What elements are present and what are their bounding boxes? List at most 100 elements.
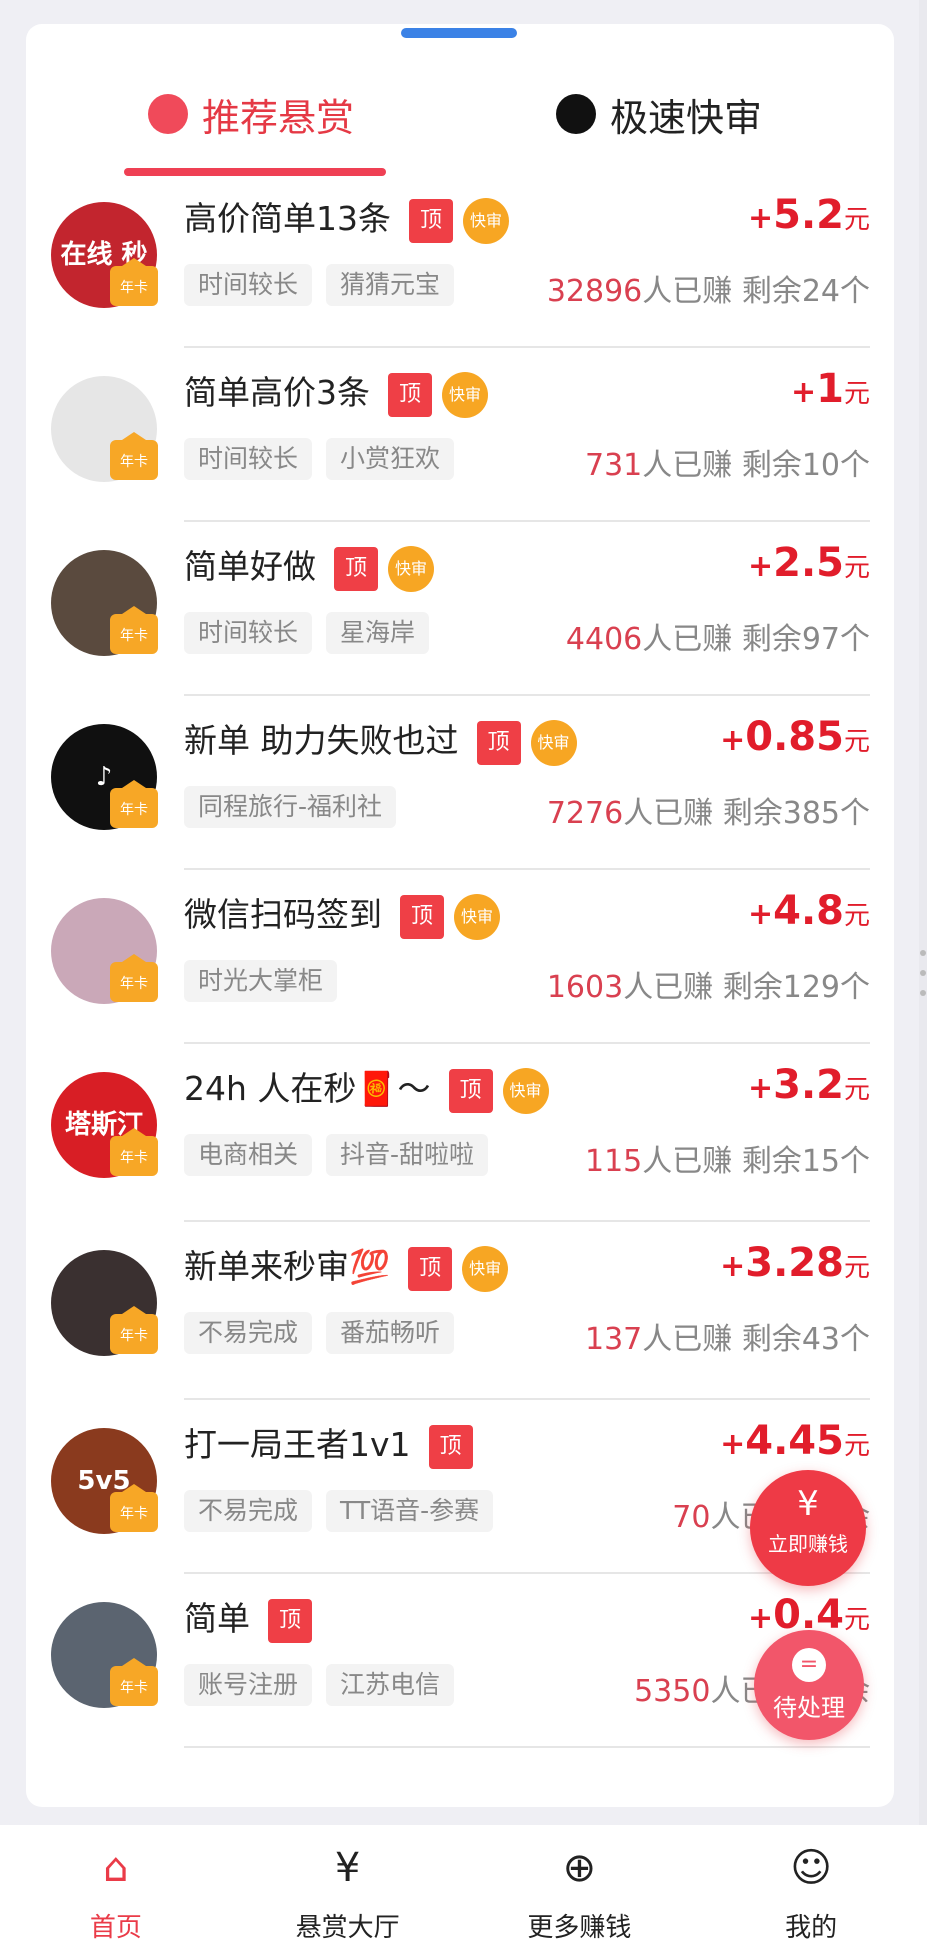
earned-suffix: 人已赚 [623, 796, 714, 831]
task-row[interactable]: 年卡 微信扫码签到顶快审 +4.8元时光大掌柜 1603人已赚 剩余129个 [26, 870, 894, 1044]
task-tag: 电商相关 [184, 1134, 313, 1176]
task-title-line: 简单顶 [184, 1592, 312, 1643]
annual-label: 年卡 [120, 280, 148, 296]
remaining-prefix: 剩余 [741, 622, 802, 657]
task-tag: 时间较长 [184, 438, 313, 480]
reward-plus: + [747, 549, 774, 584]
pinned-badge: 顶 [268, 1598, 312, 1643]
annual-label: 年卡 [120, 1150, 148, 1166]
fast-review-badge: 快审 [462, 1245, 509, 1292]
reward-plus: + [720, 1249, 746, 1284]
task-row[interactable]: 年卡 简单高价3条顶快审 +1元 时间较长 小赏狂欢 731人已赚 剩余10个 [26, 348, 894, 522]
reward-amount: 5.2 [773, 192, 844, 238]
nav-label: 首页 [89, 1913, 142, 1943]
remaining-suffix: 个 [840, 1322, 870, 1357]
nav-profile[interactable]: ☺ 我的 [695, 1825, 927, 1953]
task-tags: 不易完成 TT语音-参赛 [184, 1490, 507, 1532]
remaining-count: 15 [801, 1144, 840, 1179]
earned-count: 137 [585, 1322, 643, 1357]
task-stats: 4406人已赚 剩余97个 [566, 614, 870, 658]
tab-label: 推荐悬赏 [202, 95, 355, 140]
task-title: 微信扫码签到 [184, 895, 382, 934]
earned-count: 4406 [565, 622, 643, 657]
nav-more-earn[interactable]: ⊕ 更多赚钱 [464, 1825, 696, 1953]
tab-bar: 推荐悬赏 极速快审 [26, 74, 894, 184]
pinned-badge: 顶 [409, 198, 453, 243]
task-tag: 不易完成 [184, 1312, 313, 1354]
task-title-line: 24h 人在秒🧧～ 顶快审 [184, 1062, 549, 1114]
nav-home[interactable]: ⌂ 首页 [0, 1825, 232, 1953]
reward-unit: 元 [843, 1431, 870, 1461]
drag-handle[interactable] [401, 28, 517, 38]
remaining-suffix: 个 [840, 274, 870, 309]
reward-unit: 元 [843, 1605, 870, 1635]
pinned-badge: 顶 [400, 894, 444, 939]
chat-icon: = [792, 1648, 826, 1682]
annual-card-badge: 年卡 [110, 1306, 158, 1354]
nav-reward-hall[interactable]: ¥ 悬赏大厅 [232, 1825, 464, 1953]
task-row[interactable]: 在线 秒年卡 高价简单13条顶快审 +5.2元 时间较长 猜猜元宝 32896人已赚 剩余… [26, 174, 894, 348]
task-tag: 番茄畅听 [326, 1312, 455, 1354]
remaining-suffix: 个 [840, 1144, 870, 1179]
earned-count: 70 [672, 1500, 711, 1535]
task-tags: 不易完成 番茄畅听 [184, 1312, 468, 1354]
task-tag: 时间较长 [184, 264, 313, 306]
reward-plus: + [747, 897, 774, 932]
pinned-badge: 顶 [388, 372, 432, 417]
task-stats: 137人已赚 剩余43个 [585, 1314, 870, 1358]
task-tags: 电商相关 抖音-甜啦啦 [184, 1134, 502, 1176]
fast-review-badge: 快审 [388, 545, 434, 592]
reward-plus: + [720, 1427, 746, 1462]
earned-suffix: 人已赚 [623, 970, 714, 1005]
task-title-line: 微信扫码签到顶快审 [184, 888, 500, 940]
task-reward: +5.2元 [748, 192, 870, 238]
task-row[interactable]: 塔斯汀 年卡 24h 人在秒🧧～顶快审 +3.2元 电商相关 抖音-甜啦啦 115人已赚 剩… [26, 1044, 894, 1222]
task-row[interactable]: ♪ 年卡 新单 助力失败也过顶快审 +0.85元 同程旅行-福利社 7276人已赚 剩余3… [26, 696, 894, 870]
remaining-count: 97 [801, 622, 840, 657]
task-tag: 猜猜元宝 [326, 264, 455, 306]
task-title-line: 新单来秒审💯 顶快审 [184, 1240, 509, 1292]
earn-now-button[interactable]: ¥ 立即赚钱 [750, 1470, 866, 1586]
earned-count: 731 [585, 448, 643, 483]
task-title: 24h 人在秒🧧～ [184, 1069, 431, 1108]
annual-label: 年卡 [120, 976, 148, 992]
nav-label: 悬赏大厅 [295, 1913, 400, 1943]
task-reward: +3.28元 [720, 1240, 870, 1286]
task-row[interactable]: 年卡 简单好做顶快审 +2.5元 时间较长 星海岸 4406人已赚 剩余97个 [26, 522, 894, 696]
yuan-icon: ¥ [797, 1484, 819, 1524]
edge-handle[interactable] [920, 950, 926, 1010]
task-reward: +4.8元 [748, 888, 870, 934]
remaining-count: 10 [801, 448, 840, 483]
reward-unit: 元 [843, 553, 870, 583]
pinned-badge: 顶 [448, 1068, 493, 1113]
task-stats: 1603人已赚 剩余129个 [547, 962, 870, 1006]
annual-card-badge: 年卡 [110, 432, 158, 480]
bottom-nav: ⌂ 首页 ¥ 悬赏大厅 ⊕ 更多赚钱 ☺ 我的 [0, 1825, 927, 1953]
tab-label: 极速快审 [610, 95, 763, 140]
task-row[interactable]: 年卡 新单来秒审💯 顶快审 +3.28元不易完成 番茄畅听 137人已赚 剩余43个 [26, 1222, 894, 1400]
annual-label: 年卡 [120, 802, 148, 818]
remaining-prefix: 剩余 [722, 796, 783, 831]
reward-plus: + [791, 375, 817, 410]
reward-plus: + [747, 1071, 774, 1106]
remaining-count: 385 [782, 796, 840, 831]
task-tag: TT语音-参赛 [326, 1490, 494, 1532]
tab-recommended[interactable]: 推荐悬赏 [148, 74, 354, 154]
task-title: 简单高价3条 [184, 373, 370, 412]
annual-card-badge: 年卡 [110, 1484, 158, 1532]
reward-unit: 元 [843, 205, 870, 235]
task-title: 新单 助力失败也过 [184, 721, 459, 760]
home-icon: ⌂ [103, 1845, 129, 1891]
earn-now-label: 立即赚钱 [768, 1532, 848, 1556]
profile-icon: ☺ [790, 1845, 832, 1891]
earned-count: 7276 [546, 796, 624, 831]
earned-count: 1603 [546, 970, 624, 1005]
reward-amount: 1 [816, 366, 844, 412]
task-tags: 时光大掌柜 [184, 960, 351, 1002]
pending-button[interactable]: = 待处理 [754, 1630, 864, 1740]
pinned-badge: 顶 [476, 720, 521, 765]
reward-amount: 0.85 [745, 714, 844, 760]
task-title-line: 打一局王者1v1 顶 [184, 1418, 473, 1469]
pending-label: 待处理 [773, 1694, 845, 1722]
tab-fast-review[interactable]: 极速快审 [556, 74, 762, 154]
